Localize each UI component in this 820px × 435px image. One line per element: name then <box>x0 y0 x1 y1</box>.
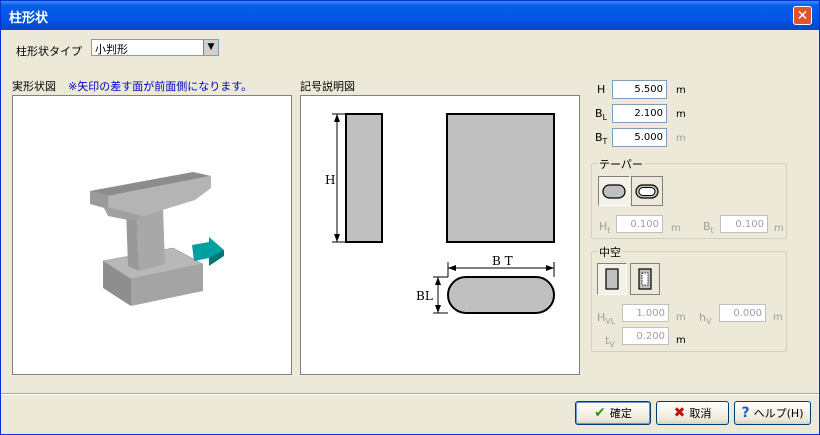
param-bl-label: BL <box>595 107 607 122</box>
param-bl-input[interactable]: 2.100 <box>612 104 667 123</box>
taper-bt-unit: m <box>774 223 784 234</box>
taper-ht-label: Ht <box>599 220 610 235</box>
param-h-input[interactable]: 5.500 <box>612 80 667 99</box>
hollow-section-icon <box>638 268 652 290</box>
hollow-hv-label: hV <box>699 311 711 326</box>
hollow-hv-label-main: h <box>699 311 706 324</box>
check-icon: ✔ <box>594 405 606 421</box>
symbol-diagram-svg <box>332 113 555 314</box>
ok-button-label: 確定 <box>609 407 632 420</box>
hollow-tv-label-sub: V <box>609 340 615 350</box>
pier-3d-model <box>90 172 224 306</box>
param-bt-unit: m <box>676 133 686 144</box>
taper-bt-input[interactable]: 0.100 <box>720 215 768 233</box>
help-button-label: ヘルプ(H) <box>753 407 804 420</box>
diagram-label-bl: BL <box>416 289 433 303</box>
param-bt-label: BT <box>595 131 607 146</box>
hollow-hv-label-sub: V <box>705 317 712 327</box>
shape-type-value: 小判形 <box>95 43 128 56</box>
tapered-oval-icon <box>635 184 659 199</box>
hollow-tv-label: tV <box>605 334 615 349</box>
hollow-group-title: 中空 <box>597 244 623 260</box>
bottom-separator <box>1 393 819 395</box>
diagram-label-bt: B T <box>492 254 513 268</box>
taper-bt-label-sub: t <box>710 226 714 236</box>
hollow-hv-input[interactable]: 0.000 <box>719 304 766 322</box>
taper-ht-label-sub: t <box>607 226 611 236</box>
close-icon: ✕ <box>796 8 809 24</box>
hollow-hvl-unit: m <box>676 312 686 323</box>
cancel-button[interactable]: ✖ 取消 <box>656 401 729 425</box>
shape-type-label: 柱形状タイプ <box>16 45 82 58</box>
left-panel-title: 実形状図 <box>12 80 56 93</box>
window-title: 柱形状 <box>9 11 49 26</box>
hollow-tv-unit: m <box>676 335 686 346</box>
symbol-diagram: H B T BL <box>300 95 580 375</box>
diagram-label-h: H <box>325 173 336 187</box>
left-panel-note: ※矢印の差す面が前面側になります。 <box>68 80 253 93</box>
cross-icon: ✖ <box>673 405 686 421</box>
taper-group-title: テーパー <box>597 156 645 172</box>
hollow-on-button[interactable] <box>630 263 660 295</box>
param-h-label: H <box>597 83 606 96</box>
oval-shape-icon <box>602 184 626 199</box>
help-button[interactable]: ? ヘルプ(H) <box>734 401 811 425</box>
param-bt-label-sub: T <box>602 137 608 147</box>
chevron-down-icon[interactable]: ▼ <box>203 40 218 55</box>
param-bl-unit: m <box>676 109 686 120</box>
param-bl-label-sub: L <box>602 113 608 123</box>
param-bt-input[interactable]: 5.000 <box>612 128 667 147</box>
hollow-none-button[interactable] <box>597 263 627 295</box>
shape-type-select[interactable]: 小判形 ▼ <box>91 39 219 56</box>
hollow-hvl-label-sub: VL <box>605 317 616 327</box>
cancel-button-label: 取消 <box>689 407 712 420</box>
ok-button[interactable]: ✔ 確定 <box>575 401 651 425</box>
param-bt-label-main: B <box>595 131 603 144</box>
shape-3d-view[interactable] <box>12 95 292 375</box>
dialog-window: 柱形状 ✕ 柱形状タイプ 小判形 ▼ 実形状図 ※矢印の差す面が前面側になります… <box>0 0 820 435</box>
taper-ht-unit: m <box>671 223 681 234</box>
hollow-hv-unit: m <box>773 312 783 323</box>
question-icon: ? <box>741 405 750 421</box>
middle-panel-title: 記号説明図 <box>300 80 355 93</box>
taper-on-button[interactable] <box>631 176 663 206</box>
title-bar[interactable]: 柱形状 ✕ <box>1 1 819 30</box>
param-bl-label-main: B <box>595 107 603 120</box>
solid-section-icon <box>605 268 619 290</box>
taper-bt-label-main: B <box>703 220 711 233</box>
hollow-hvl-label: HVL <box>597 311 615 326</box>
hollow-hvl-input[interactable]: 1.000 <box>622 304 669 322</box>
param-h-unit: m <box>676 85 686 96</box>
hollow-tv-input[interactable]: 0.200 <box>622 327 669 345</box>
close-button[interactable]: ✕ <box>793 6 812 25</box>
taper-none-button[interactable] <box>598 176 630 206</box>
taper-bt-label: Bt <box>703 220 714 235</box>
taper-ht-input[interactable]: 0.100 <box>616 215 663 233</box>
